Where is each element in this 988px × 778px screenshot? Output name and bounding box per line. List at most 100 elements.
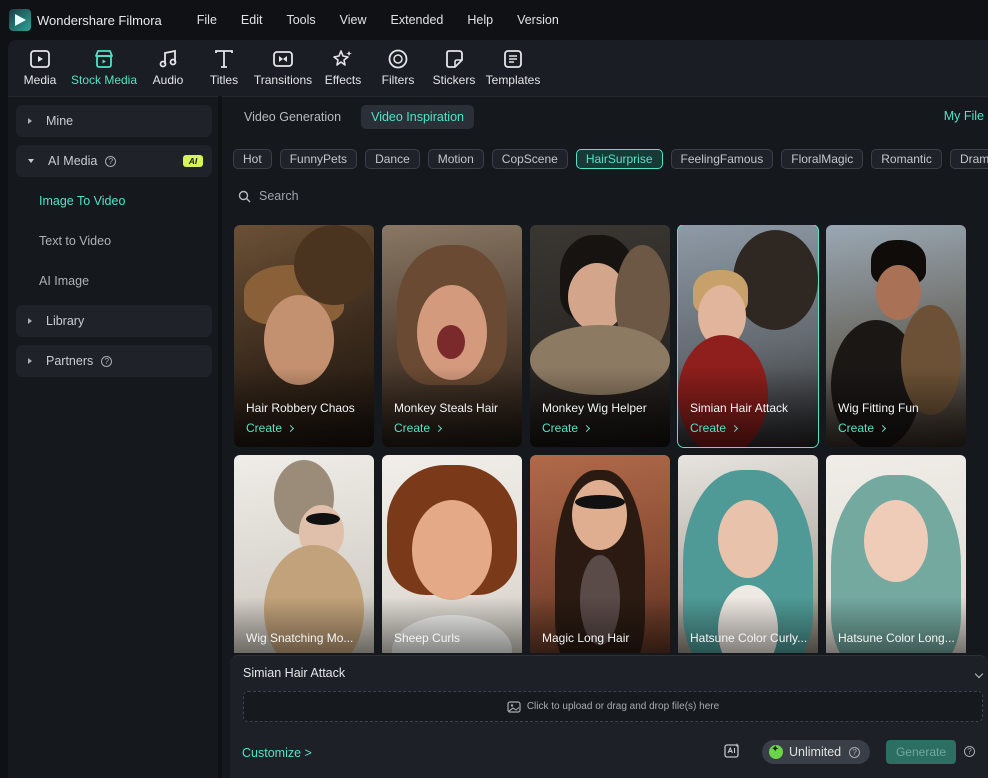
titles-icon	[215, 50, 233, 68]
toolbar-stock-media[interactable]: Stock Media	[70, 40, 138, 96]
template-card[interactable]: Sheep Curls	[382, 455, 522, 653]
template-card[interactable]: Hatsune Color Long...	[826, 455, 966, 653]
help-icon[interactable]: ?	[964, 746, 975, 757]
toolbar-audio[interactable]: Audio	[138, 40, 198, 96]
chip-hairsurprise[interactable]: HairSurprise	[575, 149, 663, 169]
sidebar-item-mine[interactable]: Mine	[16, 105, 212, 137]
menu-file[interactable]: File	[197, 13, 217, 27]
menu-version[interactable]: Version	[517, 13, 559, 27]
ai-image-icon[interactable]	[723, 742, 741, 760]
stickers-icon	[446, 50, 463, 68]
toolbar-label: Audio	[152, 73, 184, 87]
menu-view[interactable]: View	[340, 13, 367, 27]
card-title: Hatsune Color Long...	[838, 631, 955, 645]
sidebar-item-library[interactable]: Library	[16, 305, 212, 337]
menu-help[interactable]: Help	[467, 13, 493, 27]
sidebar-item-label: Mine	[46, 114, 74, 128]
chip-dance[interactable]: Dance	[365, 149, 420, 169]
template-card[interactable]: Hatsune Color Curly...	[678, 455, 818, 653]
template-grid: Hair Robbery Chaos Create Monkey Steals …	[234, 225, 988, 653]
panel-title: Simian Hair Attack	[243, 666, 346, 680]
chip-floralmagic[interactable]: FloralMagic	[781, 149, 864, 169]
ai-badge: AI	[183, 155, 203, 167]
create-button[interactable]: Create	[246, 421, 295, 435]
help-icon[interactable]: ?	[105, 155, 117, 167]
menu-tools[interactable]: Tools	[286, 13, 315, 27]
toolbar-media[interactable]: Media	[10, 40, 70, 96]
sidebar-item-image-to-video[interactable]: Image To Video	[39, 194, 125, 208]
create-button[interactable]: Create	[542, 421, 591, 435]
sidebar-item-ai-image[interactable]: AI Image	[39, 274, 89, 288]
filters-icon	[388, 49, 408, 69]
credits-label: Unlimited	[789, 745, 842, 759]
credits-unlimited-pill[interactable]: Unlimited ?	[762, 740, 870, 764]
my-file-link[interactable]: My File	[944, 109, 984, 123]
create-button[interactable]: Create	[690, 421, 739, 435]
sidebar-item-label: Library	[46, 314, 85, 328]
tab-video-inspiration[interactable]: Video Inspiration	[361, 105, 474, 129]
search-icon	[238, 190, 251, 202]
template-card[interactable]: Simian Hair Attack Create	[677, 225, 819, 448]
chip-feelingfamous[interactable]: FeelingFamous	[670, 149, 774, 169]
toolbar-label: Titles	[209, 73, 239, 87]
create-button[interactable]: Create	[838, 421, 887, 435]
chip-hot[interactable]: Hot	[233, 149, 272, 169]
chevron-right-icon	[878, 424, 887, 433]
search-bar	[238, 189, 559, 203]
sidebar-item-label: AI Media	[48, 154, 98, 168]
toolbar-templates[interactable]: Templates	[482, 40, 544, 96]
toolbar-label: Filters	[381, 73, 415, 87]
sidebar-item-text-to-video[interactable]: Text to Video	[39, 234, 111, 248]
toolbar-label: Transitions	[253, 73, 313, 87]
menu-extended[interactable]: Extended	[391, 13, 444, 27]
title-bar: Wondershare Filmora File Edit Tools View…	[0, 0, 988, 40]
toolbar-label: Stock Media	[70, 73, 138, 87]
upload-dropzone[interactable]: Click to upload or drag and drop file(s)…	[243, 691, 983, 722]
help-icon[interactable]: ?	[101, 355, 113, 367]
chip-copscene[interactable]: CopScene	[491, 149, 568, 169]
toolbar-titles[interactable]: Titles	[198, 40, 250, 96]
sidebar-item-ai-media[interactable]: AI Media ? AI	[16, 145, 212, 177]
template-card[interactable]: Monkey Wig Helper Create	[530, 225, 670, 447]
caret-right-icon	[28, 118, 32, 124]
transitions-icon	[273, 51, 293, 67]
generation-panel: Simian Hair Attack Click to upload or dr…	[230, 655, 988, 778]
caret-right-icon	[28, 318, 32, 324]
chip-funnypets[interactable]: FunnyPets	[279, 149, 358, 169]
toolbar-effects[interactable]: Effects	[316, 40, 370, 96]
template-card[interactable]: Monkey Steals Hair Create	[382, 225, 522, 447]
customize-link[interactable]: Customize >	[242, 746, 312, 760]
search-input[interactable]	[259, 189, 559, 203]
generate-button[interactable]: Generate	[886, 740, 956, 764]
menu-edit[interactable]: Edit	[241, 13, 263, 27]
card-title: Magic Long Hair	[542, 631, 630, 645]
sidebar-item-partners[interactable]: Partners ?	[16, 345, 212, 377]
toolbar-filters[interactable]: Filters	[370, 40, 426, 96]
chip-motion[interactable]: Motion	[427, 149, 484, 169]
template-card[interactable]: Hair Robbery Chaos Create	[234, 225, 374, 447]
template-card[interactable]: Wig Snatching Mo...	[234, 455, 374, 653]
app-name: Wondershare Filmora	[37, 12, 162, 28]
chip-drama[interactable]: Drama	[949, 149, 988, 169]
templates-icon	[504, 50, 522, 68]
tab-video-generation[interactable]: Video Generation	[234, 105, 351, 129]
template-card[interactable]: Magic Long Hair	[530, 455, 670, 653]
create-button[interactable]: Create	[394, 421, 443, 435]
toolbar-label: Effects	[324, 73, 362, 87]
image-upload-icon	[507, 700, 521, 713]
toolbar-stickers[interactable]: Stickers	[426, 40, 482, 96]
toolbar-transitions[interactable]: Transitions	[250, 40, 316, 96]
help-icon[interactable]: ?	[849, 746, 861, 758]
effects-icon	[333, 50, 352, 66]
chevron-right-icon	[582, 424, 591, 433]
card-title: Monkey Wig Helper	[542, 401, 647, 415]
menu-bar: File Edit Tools View Extended Help Versi…	[197, 13, 583, 27]
card-title: Wig Fitting Fun	[838, 401, 919, 415]
chip-romantic[interactable]: Romantic	[871, 149, 942, 169]
template-card[interactable]: Wig Fitting Fun Create	[826, 225, 966, 447]
caret-right-icon	[28, 358, 32, 364]
card-title: Simian Hair Attack	[690, 401, 789, 415]
card-title: Monkey Steals Hair	[394, 401, 499, 415]
toolbar-label: Stickers	[432, 73, 476, 87]
chevron-down-icon[interactable]	[974, 669, 984, 679]
